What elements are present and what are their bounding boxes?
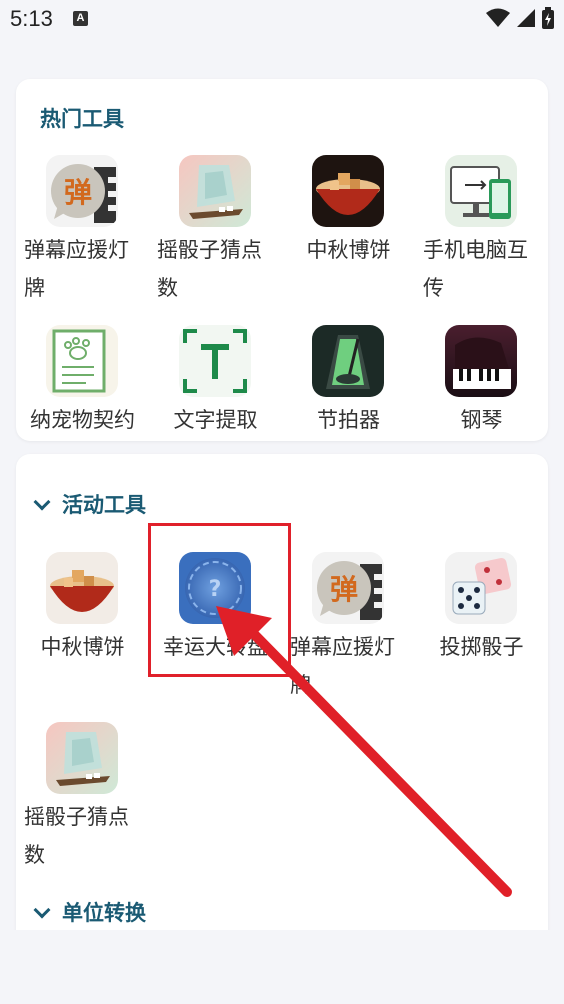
wifi-icon — [486, 8, 510, 27]
tool-label: 钢琴 — [460, 408, 503, 432]
unit-convert-title[interactable]: 单位转换 — [62, 897, 146, 927]
status-icons — [486, 7, 554, 29]
phone-pc-transfer-icon — [445, 155, 517, 227]
activity-tools-title[interactable]: 活动工具 — [62, 489, 146, 519]
dice-icon — [445, 552, 517, 624]
mooncake-bowl-icon — [312, 155, 384, 227]
tool-label: 投掷骰子 — [439, 635, 524, 659]
hot-tools-card: 热门工具 弹 弹幕应援灯牌 摇骰子猜点数 中秋博饼 手机电脑互传 纳宠物契约 文… — [16, 79, 548, 441]
chevron-down-icon[interactable] — [33, 493, 51, 511]
mooncake-bowl-icon — [46, 552, 118, 624]
svg-text:弹: 弹 — [330, 573, 358, 606]
hot-tools-title: 热门工具 — [40, 107, 124, 131]
tool-label: 节拍器 — [317, 408, 380, 432]
status-time: 5:13 — [10, 6, 53, 31]
dice-cup-icon — [179, 155, 251, 227]
tool-label: 弹幕应援灯牌 — [290, 635, 395, 697]
tool-label: 摇骰子猜点数 — [24, 805, 129, 867]
barrage-icon: 弹 — [312, 552, 384, 624]
bottom-area — [0, 930, 564, 1004]
tool-label: 手机电脑互传 — [423, 238, 528, 300]
text-extract-icon — [179, 325, 251, 397]
piano-icon — [445, 325, 517, 397]
tool-label: 弹幕应援灯牌 — [24, 238, 129, 300]
pet-contract-icon — [46, 325, 118, 397]
tool-label: 文字提取 — [173, 408, 258, 432]
tool-label: 中秋博饼 — [306, 238, 391, 262]
metronome-icon — [312, 325, 384, 397]
status-bar: 5:13 A — [0, 0, 564, 40]
tool-label: 摇骰子猜点数 — [157, 238, 262, 300]
barrage-icon: 弹 — [46, 155, 118, 227]
dice-cup-icon — [46, 722, 118, 794]
signal-icon — [517, 9, 535, 27]
svg-text:弹: 弹 — [64, 176, 92, 209]
tool-label: 中秋博饼 — [40, 635, 125, 659]
notification-icon: A — [73, 11, 88, 26]
chevron-down-icon[interactable] — [33, 901, 51, 919]
battery-icon — [542, 7, 554, 29]
highlight-box — [148, 523, 291, 677]
tool-label: 纳宠物契约 — [30, 408, 135, 432]
